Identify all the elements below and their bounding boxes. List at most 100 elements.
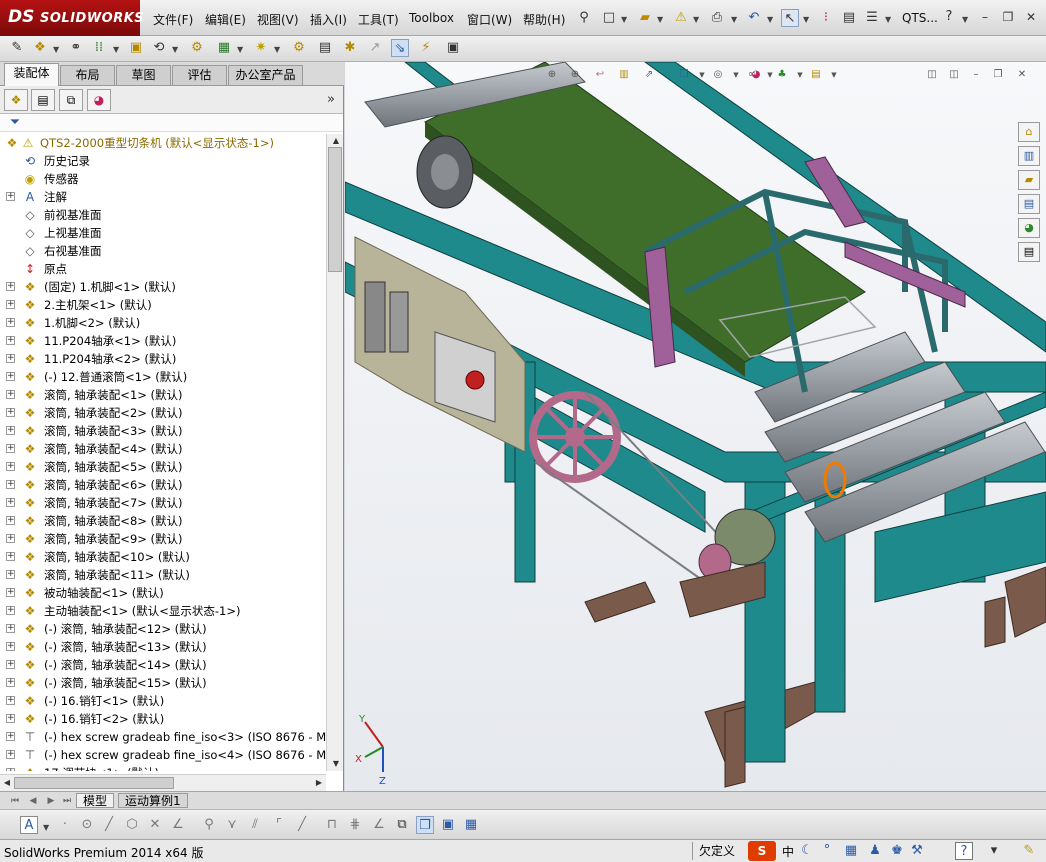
- expand-toggle-icon[interactable]: +: [6, 336, 15, 345]
- apply-scene-icon[interactable]: ♣: [775, 69, 789, 81]
- keyboard-icon[interactable]: ▦: [842, 842, 860, 860]
- expand-toggle-icon[interactable]: +: [6, 624, 15, 633]
- previous-view-icon[interactable]: ↩: [593, 69, 607, 81]
- tree-row[interactable]: ◉ 传感器: [0, 170, 326, 188]
- prev-tab-icon[interactable]: ◀: [24, 792, 42, 810]
- polygon-icon[interactable]: ⬡: [123, 816, 141, 834]
- pin-icon[interactable]: ⚲: [575, 9, 593, 27]
- chevron-down-icon[interactable]: ▼: [693, 15, 699, 24]
- ruler-icon[interactable]: ⊓: [323, 816, 341, 834]
- expand-toggle-icon[interactable]: +: [6, 768, 15, 771]
- tag-icon[interactable]: ✎: [1020, 842, 1038, 860]
- expand-toggle-icon[interactable]: +: [6, 588, 15, 597]
- mirror-icon[interactable]: ⚲: [200, 816, 218, 834]
- design-library-icon[interactable]: ▥: [1018, 146, 1040, 166]
- appearances-icon[interactable]: ◕: [1018, 218, 1040, 238]
- ime-language[interactable]: 中: [782, 843, 794, 860]
- view-palette-icon[interactable]: ▤: [1018, 194, 1040, 214]
- tree-row[interactable]: ◇ 前视基准面: [0, 206, 326, 224]
- smart-dimension-icon[interactable]: A: [20, 816, 38, 834]
- viewport-restore-icon[interactable]: ❐: [991, 69, 1005, 81]
- expand-toggle-icon[interactable]: +: [6, 300, 15, 309]
- home-icon[interactable]: ⌂: [1018, 122, 1040, 142]
- chevron-down-icon[interactable]: ▼: [729, 69, 743, 81]
- edit-appearance-icon[interactable]: ◕: [749, 69, 763, 81]
- custom-properties-icon[interactable]: ▤: [1018, 242, 1040, 262]
- tree-row[interactable]: ◇ 上视基准面: [0, 224, 326, 242]
- select-cursor-icon[interactable]: ↖: [781, 9, 799, 27]
- expand-toggle-icon[interactable]: +: [6, 534, 15, 543]
- tree-row[interactable]: + ❖ 滚筒, 轴承装配<5> (默认): [0, 458, 326, 476]
- tree-row[interactable]: + ❖ 滚筒, 轴承装配<1> (默认): [0, 386, 326, 404]
- scroll-thumb[interactable]: [328, 147, 342, 272]
- edit-component-icon[interactable]: ✎: [8, 39, 26, 57]
- tile-horizontal-icon[interactable]: ◫: [925, 69, 939, 81]
- section-view-icon[interactable]: ▥: [617, 69, 631, 81]
- tree-row[interactable]: + ❖ (-) 12.普通滚筒<1> (默认): [0, 368, 326, 386]
- menu-view[interactable]: 视图(V): [257, 11, 299, 28]
- dimension-line-icon[interactable]: ╱: [293, 816, 311, 834]
- tree-row[interactable]: + ❖ 11.P204轴承<2> (默认): [0, 350, 326, 368]
- help-book-icon[interactable]: ?: [955, 842, 973, 860]
- zoom-to-area-icon[interactable]: ⊕: [568, 69, 582, 81]
- expand-toggle-icon[interactable]: +: [6, 750, 15, 759]
- tile-vertical-icon[interactable]: ◫: [947, 69, 961, 81]
- tree-row[interactable]: + ❖ 17.调节块<1> (默认): [0, 764, 326, 771]
- tree-row[interactable]: + ❖ (固定) 1.机脚<1> (默认): [0, 278, 326, 296]
- chevron-down-icon[interactable]: ▼: [962, 15, 968, 24]
- expand-toggle-icon[interactable]: +: [6, 426, 15, 435]
- expand-toggle-icon[interactable]: +: [6, 606, 15, 615]
- scroll-right-icon[interactable]: ▶: [310, 774, 328, 792]
- restore-icon[interactable]: ❐: [1000, 10, 1016, 24]
- tab-office-products[interactable]: 办公室产品: [228, 65, 303, 85]
- expand-toggle-icon[interactable]: +: [6, 444, 15, 453]
- tree-row[interactable]: ◇ 右视基准面: [0, 242, 326, 260]
- tools-wrench-icon[interactable]: ⚒: [908, 842, 926, 860]
- explode-line-sketch-icon[interactable]: ↗: [366, 39, 384, 57]
- component-pattern-icon[interactable]: ⁞⁞: [90, 39, 108, 57]
- tab-motion-study[interactable]: 运动算例1: [118, 793, 188, 808]
- chevron-down-icon[interactable]: ▼: [621, 15, 627, 24]
- show-hidden-icon[interactable]: ⚙: [188, 39, 206, 57]
- menu-window[interactable]: 窗口(W): [467, 11, 512, 28]
- tree-row[interactable]: + ❖ (-) 滚筒, 轴承装配<15> (默认): [0, 674, 326, 692]
- tab-layout[interactable]: 布局: [60, 65, 115, 85]
- tree-vertical-scrollbar[interactable]: ▲ ▼: [326, 134, 343, 771]
- tree-row[interactable]: + ❖ (-) 16.销钉<1> (默认): [0, 692, 326, 710]
- copy-icon[interactable]: ⧉: [393, 816, 411, 834]
- expand-toggle-icon[interactable]: +: [6, 552, 15, 561]
- scroll-thumb[interactable]: [14, 777, 174, 789]
- chevron-down-icon[interactable]: ▼: [793, 69, 807, 81]
- last-tab-icon[interactable]: ⏭: [58, 792, 76, 810]
- file-properties-icon[interactable]: ▤: [840, 9, 858, 27]
- expand-toggle-icon[interactable]: +: [6, 570, 15, 579]
- dynamic-annotation-icon[interactable]: ⇗: [642, 69, 656, 81]
- view-cube-icon[interactable]: ❒: [416, 816, 434, 834]
- expand-toggle-icon[interactable]: +: [6, 678, 15, 687]
- tree-row[interactable]: + ❖ 主动轴装配<1> (默认<显示状态-1>): [0, 602, 326, 620]
- tree-row[interactable]: + ❖ (-) 滚筒, 轴承装配<12> (默认): [0, 620, 326, 638]
- tree-row[interactable]: + ❖ 11.P204轴承<1> (默认): [0, 332, 326, 350]
- menu-tools[interactable]: 工具(T): [358, 11, 399, 28]
- chevron-down-icon[interactable]: ▼: [172, 45, 178, 54]
- bill-of-materials-icon[interactable]: ▤: [316, 39, 334, 57]
- assembly-features-icon[interactable]: ▦: [215, 39, 233, 57]
- trim-icon[interactable]: ✕: [146, 816, 164, 834]
- chevron-down-icon[interactable]: ▼: [237, 45, 243, 54]
- line-icon[interactable]: ╱: [100, 816, 118, 834]
- tree-row[interactable]: + A 注解: [0, 188, 326, 206]
- smart-fasteners-icon[interactable]: ▣: [127, 39, 145, 57]
- menu-toolbox[interactable]: Toolbox: [409, 11, 454, 25]
- expand-toggle-icon[interactable]: +: [6, 660, 15, 669]
- expand-toggle-icon[interactable]: +: [6, 462, 15, 471]
- traffic-light-icon[interactable]: ⁝: [817, 9, 835, 27]
- chevron-down-icon[interactable]: ▼: [113, 45, 119, 54]
- chevron-down-icon[interactable]: ▼: [731, 15, 737, 24]
- update-speedpak-icon[interactable]: ⚡: [417, 39, 435, 57]
- scroll-down-icon[interactable]: ▼: [327, 755, 345, 773]
- corner-icon[interactable]: ⌜: [270, 816, 288, 834]
- expand-arrows-icon[interactable]: »: [322, 91, 340, 109]
- move-component-icon[interactable]: ⟲: [150, 39, 168, 57]
- offset-icon[interactable]: ⫽: [246, 816, 264, 834]
- tree-row[interactable]: + ❖ 滚筒, 轴承装配<7> (默认): [0, 494, 326, 512]
